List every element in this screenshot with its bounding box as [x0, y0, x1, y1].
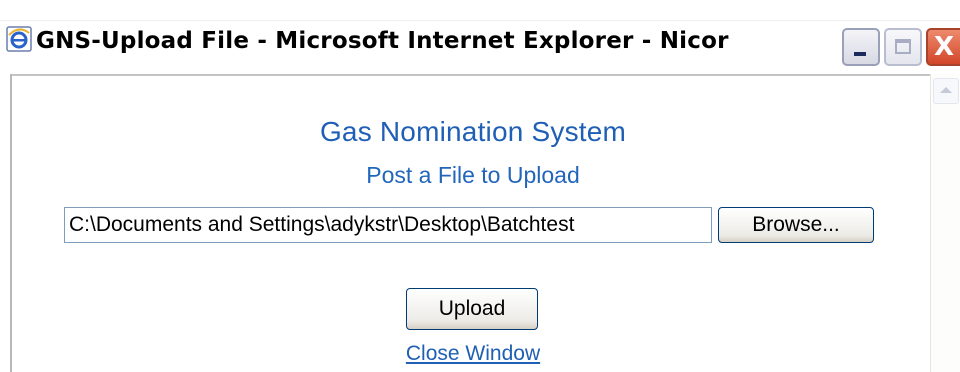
minimize-icon	[854, 52, 866, 56]
upload-button[interactable]: Upload	[406, 288, 538, 330]
window-title: GNS-Upload File - Microsoft Internet Exp…	[36, 28, 729, 54]
minimize-button[interactable]	[842, 28, 880, 66]
window-frame-left	[0, 74, 12, 372]
vertical-scrollbar[interactable]	[930, 74, 960, 372]
window-top-strip	[0, 0, 960, 20]
close-icon: X	[934, 32, 955, 62]
maximize-button[interactable]	[884, 28, 922, 66]
page-subtitle: Post a File to Upload	[366, 162, 580, 188]
browse-button[interactable]: Browse...	[718, 207, 874, 243]
title-bar[interactable]: GNS-Upload File - Microsoft Internet Exp…	[0, 0, 960, 74]
page-title: Gas Nomination System	[319, 116, 627, 147]
file-path-input[interactable]: C:\Documents and Settings\adykstr\Deskto…	[64, 207, 712, 243]
close-button[interactable]: X	[926, 28, 960, 66]
chevron-up-icon	[940, 87, 952, 93]
scroll-up-button[interactable]	[933, 78, 959, 104]
internet-explorer-icon	[6, 26, 32, 52]
maximize-icon	[895, 39, 911, 54]
browser-window: GNS-Upload File - Microsoft Internet Exp…	[0, 0, 960, 372]
close-window-link[interactable]: Close Window	[12, 342, 934, 366]
